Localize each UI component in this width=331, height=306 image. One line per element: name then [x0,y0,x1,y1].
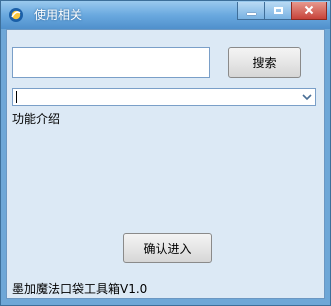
maximize-button[interactable] [264,2,292,20]
function-select[interactable] [12,88,316,106]
function-intro-label: 功能介绍 [12,112,61,126]
app-logo-icon [8,7,24,23]
app-window: 使用相关 搜索 功能介绍 确认进入 墨加魔法口袋工具箱V1.0 [0,0,331,306]
window-title: 使用相关 [34,8,83,22]
app-version-label: 墨加魔法口袋工具箱V1.0 [12,282,148,296]
maximize-icon [273,7,283,14]
title-bar[interactable]: 使用相关 [1,1,330,29]
search-button[interactable]: 搜索 [228,47,301,78]
minimize-icon [246,12,256,15]
close-icon [304,5,314,17]
confirm-enter-label: 确认进入 [143,241,192,256]
minimize-button[interactable] [237,2,265,20]
text-caret [16,91,17,103]
close-button[interactable] [291,2,327,20]
search-input[interactable] [12,47,210,78]
search-button-label: 搜索 [252,56,277,70]
chevron-down-icon[interactable] [300,90,314,104]
client-area: 搜索 功能介绍 确认进入 墨加魔法口袋工具箱V1.0 [6,29,325,299]
confirm-enter-button[interactable]: 确认进入 [123,233,212,263]
